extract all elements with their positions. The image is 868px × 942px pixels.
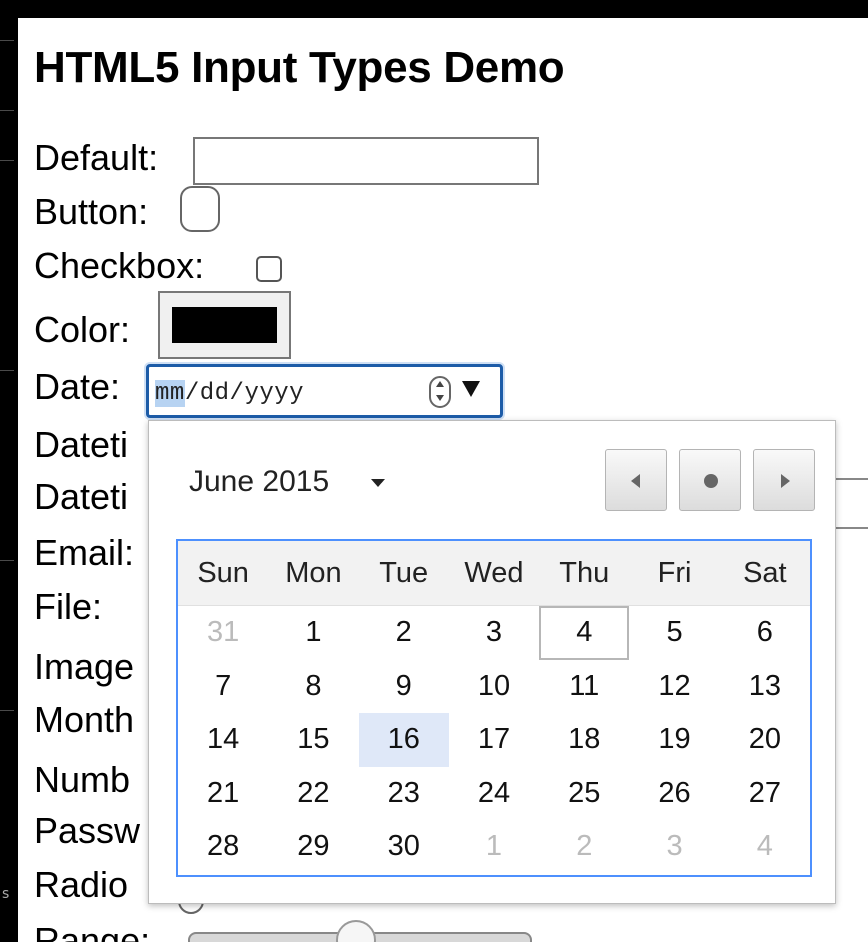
today-button[interactable]: [679, 449, 741, 511]
calendar-day[interactable]: 4: [539, 606, 629, 660]
calendar-day[interactable]: 8: [268, 660, 358, 714]
dropdown-arrow-icon[interactable]: [462, 381, 480, 397]
label-month: Month: [34, 699, 135, 740]
left-window-strip: s: [0, 18, 18, 942]
label-file: File:: [34, 586, 103, 627]
calendar-day[interactable]: 30: [359, 820, 449, 874]
calendar-week-row: 31 1 2 3 4 5 6: [178, 606, 810, 660]
calendar-day[interactable]: 24: [449, 767, 539, 821]
calendar-day[interactable]: 2: [539, 820, 629, 874]
calendar-day[interactable]: 3: [629, 820, 719, 874]
calendar-day[interactable]: 5: [629, 606, 719, 660]
calendar-day[interactable]: 29: [268, 820, 358, 874]
date-picker-popup: June 2015 Sun Mon Tue Wed Thu Fri Sat 31…: [148, 420, 836, 904]
calendar-day[interactable]: 7: [178, 660, 268, 714]
calendar-week-row: 28 29 30 1 2 3 4: [178, 820, 810, 874]
default-text-input[interactable]: [193, 137, 539, 185]
page-title: HTML5 Input Types Demo: [34, 43, 565, 92]
calendar-day[interactable]: 18: [539, 713, 629, 767]
calendar-table: Sun Mon Tue Wed Thu Fri Sat 31 1 2 3 4 5 6 7 8 9 1…: [178, 541, 810, 874]
calendar-day[interactable]: 15: [268, 713, 358, 767]
label-button: Button:: [34, 191, 149, 232]
calendar-day[interactable]: 10: [449, 660, 539, 714]
today-dot-icon: [704, 474, 718, 488]
label-password: Passw: [34, 810, 141, 851]
calendar-day[interactable]: 26: [629, 767, 719, 821]
window-frame-top: [0, 0, 868, 18]
label-date: Date:: [34, 366, 121, 407]
calendar-day[interactable]: 21: [178, 767, 268, 821]
label-range: Range:: [34, 920, 151, 942]
calendar-day[interactable]: 25: [539, 767, 629, 821]
color-input[interactable]: [158, 291, 291, 359]
calendar-day[interactable]: 11: [539, 660, 629, 714]
next-month-icon: [781, 474, 790, 488]
weekday-header: Tue: [358, 541, 449, 606]
calendar-day[interactable]: 9: [359, 660, 449, 714]
label-datetime-local: Dateti: [34, 476, 129, 517]
calendar-grid: Sun Mon Tue Wed Thu Fri Sat 31 1 2 3 4 5 6 7 8 9 1…: [176, 539, 812, 877]
calendar-day[interactable]: 20: [720, 713, 810, 767]
weekday-header: Sun: [178, 541, 269, 606]
button-input[interactable]: [180, 186, 220, 232]
label-checkbox: Checkbox:: [34, 245, 205, 286]
label-email: Email:: [34, 532, 135, 573]
date-month-segment[interactable]: mm: [155, 380, 185, 407]
calendar-day[interactable]: 16: [358, 713, 449, 767]
calendar-day[interactable]: 6: [720, 606, 810, 660]
calendar-day[interactable]: 19: [629, 713, 719, 767]
calendar-weeks: 31 1 2 3 4 5 6 7 8 9 10 11 12 13 14 15 16 17 18 19 20 21 22 23 2…: [178, 606, 810, 874]
prev-month-button[interactable]: [605, 449, 667, 511]
weekday-header-row: Sun Mon Tue Wed Thu Fri Sat: [178, 541, 810, 606]
calendar-day[interactable]: 22: [268, 767, 358, 821]
prev-month-icon: [631, 474, 640, 488]
spin-updown-icon[interactable]: [429, 376, 451, 408]
calendar-day[interactable]: 28: [178, 820, 268, 874]
month-year-selector[interactable]: June 2015: [189, 465, 329, 499]
label-default: Default:: [34, 137, 159, 178]
calendar-day[interactable]: 13: [720, 660, 810, 714]
calendar-day[interactable]: 2: [359, 606, 449, 660]
demo-page: HTML5 Input Types Demo Default: Button: …: [18, 18, 868, 942]
color-swatch: [172, 307, 277, 343]
caret-down-icon[interactable]: [371, 479, 385, 487]
calendar-day[interactable]: 31: [178, 606, 268, 660]
calendar-day[interactable]: 14: [178, 713, 268, 767]
weekday-header: Mon: [268, 541, 359, 606]
label-color: Color:: [34, 309, 131, 350]
calendar-week-row: 7 8 9 10 11 12 13: [178, 660, 810, 714]
calendar-week-row: 21 22 23 24 25 26 27: [178, 767, 810, 821]
calendar-day[interactable]: 1: [268, 606, 358, 660]
date-separator: /: [229, 380, 245, 407]
date-day-segment[interactable]: dd: [200, 380, 230, 407]
calendar-day[interactable]: 3: [449, 606, 539, 660]
date-input[interactable]: mm/dd/yyyy: [146, 364, 503, 418]
label-radio: Radio: [34, 864, 129, 905]
weekday-header: Sat: [719, 541, 810, 606]
date-separator: /: [184, 380, 200, 407]
weekday-header: Fri: [629, 541, 720, 606]
calendar-week-row: 14 15 16 17 18 19 20: [178, 713, 810, 767]
label-image: Image: [34, 646, 135, 687]
range-slider-thumb[interactable]: [336, 920, 376, 942]
next-month-button[interactable]: [753, 449, 815, 511]
checkbox-input[interactable]: [256, 256, 282, 282]
calendar-day[interactable]: 27: [720, 767, 810, 821]
calendar-day[interactable]: 23: [359, 767, 449, 821]
calendar-day[interactable]: 12: [629, 660, 719, 714]
date-placeholder[interactable]: mm/dd/yyyy: [155, 380, 304, 407]
label-number: Numb: [34, 759, 131, 800]
weekday-header: Thu: [539, 541, 630, 606]
calendar-day[interactable]: 1: [449, 820, 539, 874]
calendar-day[interactable]: 17: [449, 713, 539, 767]
label-datetime: Dateti: [34, 424, 129, 465]
calendar-day[interactable]: 4: [720, 820, 810, 874]
weekday-header: Wed: [448, 541, 540, 606]
date-year-segment[interactable]: yyyy: [244, 380, 304, 407]
